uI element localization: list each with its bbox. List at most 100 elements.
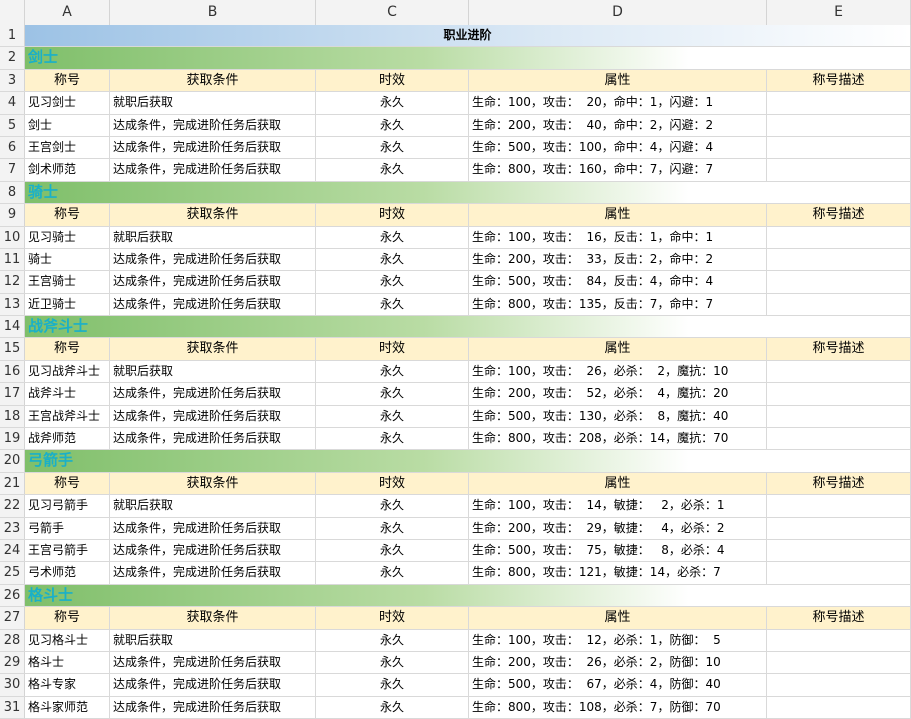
duration-cell[interactable]: 永久 (316, 517, 469, 539)
select-all-corner[interactable] (0, 0, 25, 25)
condition-cell[interactable]: 就职后获取 (110, 629, 316, 651)
row-number[interactable]: 6 (0, 136, 25, 159)
title-name-cell[interactable]: 骑士 (25, 248, 110, 271)
title-name-cell[interactable]: 剑士 (25, 114, 110, 136)
attribute-cell[interactable]: 生命：200，攻击： 33，反击：2，命中：2 (469, 248, 767, 271)
description-cell[interactable] (767, 114, 911, 136)
header-desc[interactable]: 称号描述 (767, 472, 911, 495)
condition-cell[interactable]: 就职后获取 (110, 495, 316, 517)
column-header-b[interactable]: B (110, 0, 316, 25)
duration-cell[interactable]: 永久 (316, 539, 469, 562)
attribute-cell[interactable]: 生命：500，攻击：100，命中：4，闪避：4 (469, 136, 767, 159)
title-name-cell[interactable]: 战斧斗士 (25, 383, 110, 405)
row-number[interactable]: 11 (0, 248, 25, 271)
title-name-cell[interactable]: 弓箭手 (25, 517, 110, 539)
row-number[interactable]: 30 (0, 674, 25, 696)
description-cell[interactable] (767, 405, 911, 428)
header-duration[interactable]: 时效 (316, 607, 469, 629)
title-name-cell[interactable]: 王宫战斧斗士 (25, 405, 110, 428)
condition-cell[interactable]: 达成条件，完成进阶任务后获取 (110, 651, 316, 674)
attribute-cell[interactable]: 生命：800，攻击：121，敏捷：14，必杀：7 (469, 562, 767, 584)
duration-cell[interactable]: 永久 (316, 271, 469, 293)
row-number[interactable]: 24 (0, 539, 25, 562)
description-cell[interactable] (767, 651, 911, 674)
header-duration[interactable]: 时效 (316, 338, 469, 360)
row-number[interactable]: 23 (0, 517, 25, 539)
duration-cell[interactable]: 永久 (316, 159, 469, 181)
row-number[interactable]: 28 (0, 629, 25, 651)
row-number[interactable]: 5 (0, 114, 25, 136)
row-number[interactable]: 10 (0, 226, 25, 248)
header-condition[interactable]: 获取条件 (110, 204, 316, 226)
description-cell[interactable] (767, 92, 911, 114)
class-name-cell[interactable]: 剑士 (25, 47, 911, 69)
description-cell[interactable] (767, 539, 911, 562)
duration-cell[interactable]: 永久 (316, 651, 469, 674)
condition-cell[interactable]: 达成条件，完成进阶任务后获取 (110, 539, 316, 562)
duration-cell[interactable]: 永久 (316, 114, 469, 136)
title-name-cell[interactable]: 王宫剑士 (25, 136, 110, 159)
condition-cell[interactable]: 达成条件，完成进阶任务后获取 (110, 383, 316, 405)
title-name-cell[interactable]: 王宫骑士 (25, 271, 110, 293)
attribute-cell[interactable]: 生命：800，攻击：160，命中：7，闪避：7 (469, 159, 767, 181)
attribute-cell[interactable]: 生命：500，攻击： 75，敏捷： 8，必杀：4 (469, 539, 767, 562)
row-number[interactable]: 4 (0, 92, 25, 114)
duration-cell[interactable]: 永久 (316, 696, 469, 719)
row-number[interactable]: 22 (0, 495, 25, 517)
row-number[interactable]: 21 (0, 472, 25, 495)
row-number[interactable]: 3 (0, 69, 25, 92)
title-name-cell[interactable]: 见习战斧斗士 (25, 360, 110, 383)
description-cell[interactable] (767, 495, 911, 517)
condition-cell[interactable]: 达成条件，完成进阶任务后获取 (110, 674, 316, 696)
header-duration[interactable]: 时效 (316, 204, 469, 226)
row-number[interactable]: 20 (0, 450, 25, 472)
duration-cell[interactable]: 永久 (316, 248, 469, 271)
row-number[interactable]: 2 (0, 47, 25, 69)
header-attr[interactable]: 属性 (469, 338, 767, 360)
header-name[interactable]: 称号 (25, 204, 110, 226)
title-name-cell[interactable]: 见习骑士 (25, 226, 110, 248)
row-number[interactable]: 16 (0, 360, 25, 383)
header-condition[interactable]: 获取条件 (110, 338, 316, 360)
title-name-cell[interactable]: 近卫骑士 (25, 293, 110, 316)
header-desc[interactable]: 称号描述 (767, 338, 911, 360)
row-number[interactable]: 18 (0, 405, 25, 428)
duration-cell[interactable]: 永久 (316, 674, 469, 696)
row-number[interactable]: 25 (0, 562, 25, 584)
header-attr[interactable]: 属性 (469, 607, 767, 629)
class-name-cell[interactable]: 战斧斗士 (25, 316, 911, 338)
column-header-d[interactable]: D (469, 0, 767, 25)
header-attr[interactable]: 属性 (469, 204, 767, 226)
condition-cell[interactable]: 达成条件，完成进阶任务后获取 (110, 428, 316, 450)
attribute-cell[interactable]: 生命：200，攻击： 26，必杀：2，防御：10 (469, 651, 767, 674)
header-desc[interactable]: 称号描述 (767, 69, 911, 92)
duration-cell[interactable]: 永久 (316, 360, 469, 383)
condition-cell[interactable]: 达成条件，完成进阶任务后获取 (110, 271, 316, 293)
title-name-cell[interactable]: 格斗专家 (25, 674, 110, 696)
header-condition[interactable]: 获取条件 (110, 472, 316, 495)
attribute-cell[interactable]: 生命：100，攻击： 12，必杀：1，防御： 5 (469, 629, 767, 651)
condition-cell[interactable]: 就职后获取 (110, 92, 316, 114)
class-name-cell[interactable]: 弓箭手 (25, 450, 911, 472)
attribute-cell[interactable]: 生命：500，攻击： 84，反击：4，命中：4 (469, 271, 767, 293)
attribute-cell[interactable]: 生命：500，攻击：130，必杀： 8，魔抗：40 (469, 405, 767, 428)
row-number[interactable]: 19 (0, 428, 25, 450)
header-name[interactable]: 称号 (25, 472, 110, 495)
attribute-cell[interactable]: 生命：200，攻击： 29，敏捷： 4，必杀：2 (469, 517, 767, 539)
header-name[interactable]: 称号 (25, 69, 110, 92)
attribute-cell[interactable]: 生命：800，攻击：135，反击：7，命中：7 (469, 293, 767, 316)
duration-cell[interactable]: 永久 (316, 428, 469, 450)
description-cell[interactable] (767, 562, 911, 584)
attribute-cell[interactable]: 生命：500，攻击： 67，必杀：4，防御：40 (469, 674, 767, 696)
condition-cell[interactable]: 就职后获取 (110, 226, 316, 248)
duration-cell[interactable]: 永久 (316, 92, 469, 114)
attribute-cell[interactable]: 生命：100，攻击： 20，命中：1，闪避：1 (469, 92, 767, 114)
duration-cell[interactable]: 永久 (316, 405, 469, 428)
row-number[interactable]: 14 (0, 316, 25, 338)
row-number[interactable]: 27 (0, 607, 25, 629)
title-name-cell[interactable]: 格斗家师范 (25, 696, 110, 719)
condition-cell[interactable]: 达成条件，完成进阶任务后获取 (110, 136, 316, 159)
row-number[interactable]: 13 (0, 293, 25, 316)
header-duration[interactable]: 时效 (316, 472, 469, 495)
condition-cell[interactable]: 就职后获取 (110, 360, 316, 383)
